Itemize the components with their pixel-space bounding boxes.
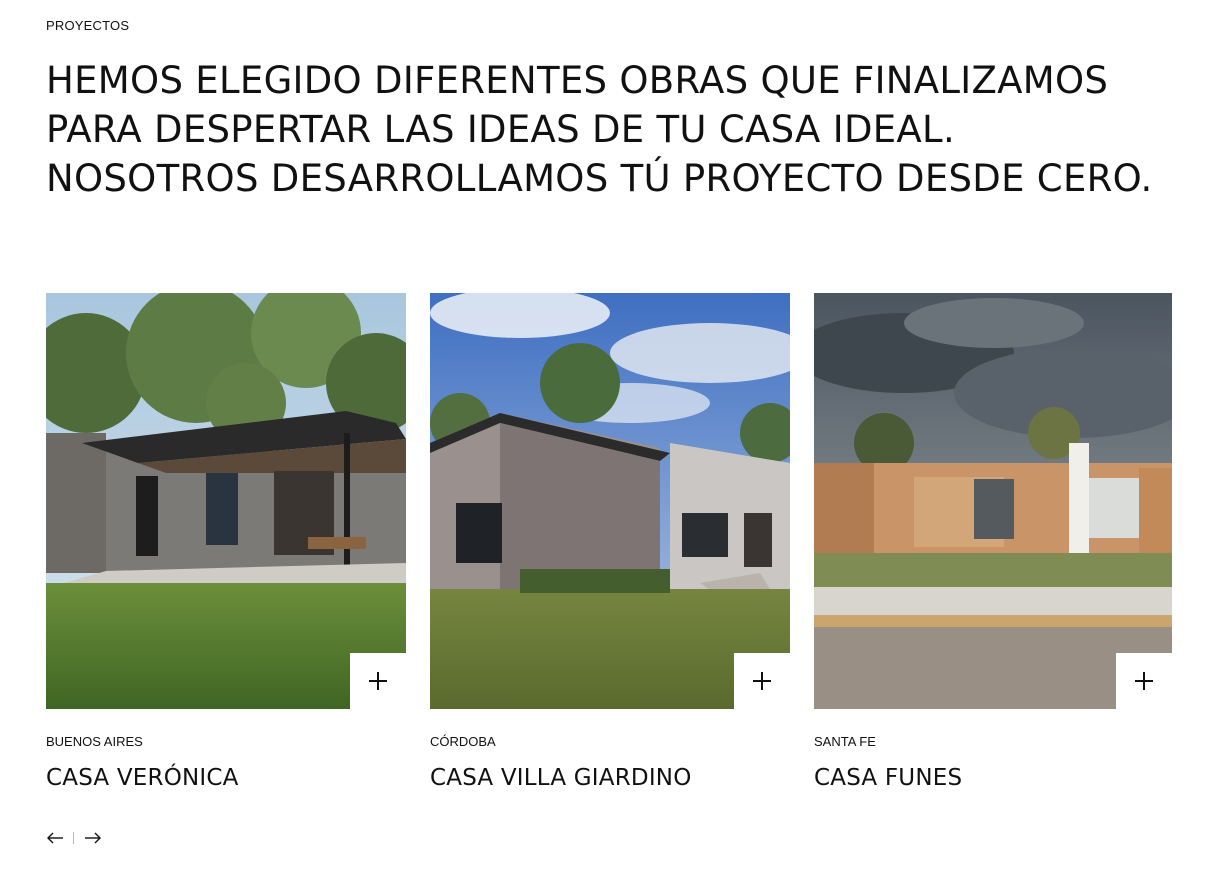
carousel-pager (46, 828, 101, 848)
open-project-button[interactable] (1116, 653, 1172, 709)
pager-divider (73, 832, 74, 844)
section-label: PROYECTOS (46, 18, 130, 33)
arrow-left-icon (46, 832, 63, 844)
project-image-casa-veronica[interactable] (46, 293, 406, 709)
project-title[interactable]: CASA VILLA GIARDINO (430, 765, 692, 791)
project-card-casa-villa-giardino[interactable]: CÓRDOBA CASA VILLA GIARDINO (430, 293, 790, 791)
project-location: BUENOS AIRES (46, 734, 143, 749)
projects-carousel: BUENOS AIRES CASA VERÓNICA CÓRDOBA CASA … (46, 293, 1172, 813)
plus-icon (753, 672, 771, 690)
arrow-right-icon (84, 832, 101, 844)
project-image-casa-villa-giardino[interactable] (430, 293, 790, 709)
section-headline: HEMOS ELEGIDO DIFERENTES OBRAS QUE FINAL… (46, 59, 1153, 200)
plus-icon (1135, 672, 1153, 690)
open-project-button[interactable] (350, 653, 406, 709)
open-project-button[interactable] (734, 653, 790, 709)
project-location: CÓRDOBA (430, 734, 496, 749)
project-card-casa-funes[interactable]: SANTA FE CASA FUNES (814, 293, 1172, 791)
project-title[interactable]: CASA FUNES (814, 765, 962, 791)
project-card-casa-veronica[interactable]: BUENOS AIRES CASA VERÓNICA (46, 293, 406, 791)
plus-icon (369, 672, 387, 690)
project-title[interactable]: CASA VERÓNICA (46, 765, 239, 791)
project-image-casa-funes[interactable] (814, 293, 1172, 709)
next-button[interactable] (83, 828, 101, 848)
project-location: SANTA FE (814, 734, 876, 749)
previous-button[interactable] (46, 828, 64, 848)
